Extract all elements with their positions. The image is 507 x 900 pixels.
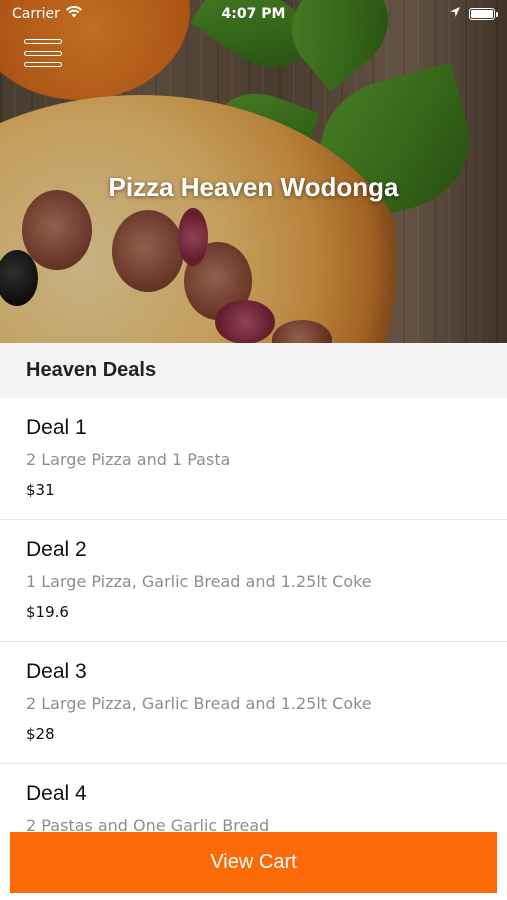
deal-description: 1 Large Pizza, Garlic Bread and 1.25lt C… xyxy=(26,572,372,591)
wifi-icon xyxy=(65,5,82,22)
status-bar: Carrier 4:07 PM xyxy=(0,0,507,28)
deal-item[interactable]: Deal 2 1 Large Pizza, Garlic Bread and 1… xyxy=(0,520,507,642)
section-title: Heaven Deals xyxy=(26,359,157,381)
deal-price: $28 xyxy=(26,725,55,743)
deal-price: $31 xyxy=(26,481,55,499)
deal-item[interactable]: Deal 4 2 Pastas and One Garlic Bread xyxy=(0,764,507,832)
deal-item[interactable]: Deal 3 2 Large Pizza, Garlic Bread and 1… xyxy=(0,642,507,764)
battery-icon xyxy=(469,8,498,20)
restaurant-title: Pizza Heaven Wodonga xyxy=(108,172,399,202)
deal-item[interactable]: Deal 1 2 Large Pizza and 1 Pasta $31 xyxy=(0,398,507,520)
section-header: Heaven Deals xyxy=(0,343,507,398)
deal-name: Deal 2 xyxy=(26,538,87,561)
deal-name: Deal 4 xyxy=(26,782,87,805)
view-cart-button[interactable]: View Cart xyxy=(10,832,497,893)
location-arrow-icon xyxy=(449,6,461,22)
deal-name: Deal 1 xyxy=(26,416,87,439)
deal-description: 2 Large Pizza and 1 Pasta xyxy=(26,450,231,469)
deal-description: 2 Large Pizza, Garlic Bread and 1.25lt C… xyxy=(26,694,372,713)
deal-name: Deal 3 xyxy=(26,660,87,683)
deal-description: 2 Pastas and One Garlic Bread xyxy=(26,816,270,832)
deal-price: $19.6 xyxy=(26,603,69,621)
deals-list[interactable]: Deal 1 2 Large Pizza and 1 Pasta $31 Dea… xyxy=(0,398,507,832)
carrier-label: Carrier xyxy=(12,6,60,22)
hamburger-menu-icon[interactable] xyxy=(24,36,62,70)
